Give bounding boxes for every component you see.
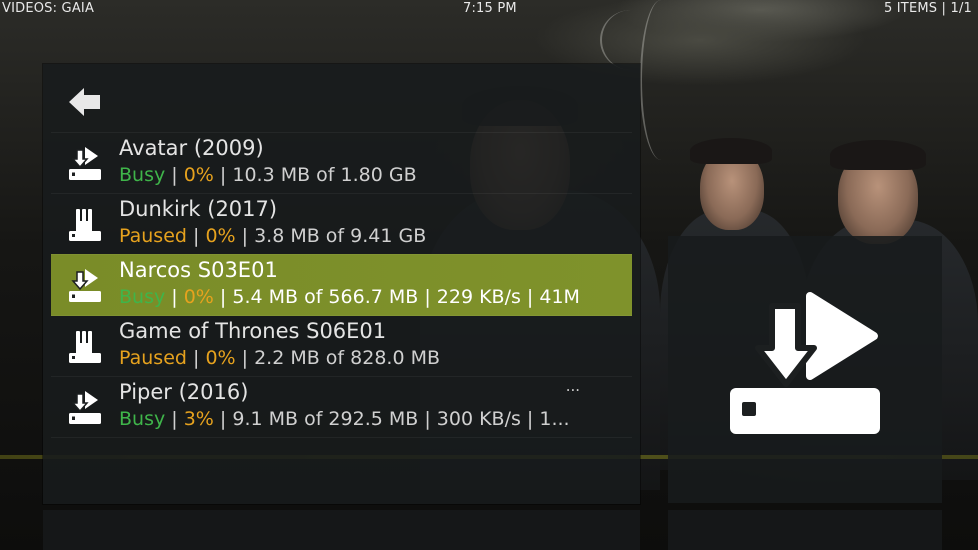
percent-label: 3% [183,408,214,430]
status-label: Busy [119,408,166,430]
list-item[interactable]: Dunkirk (2017) Paused | 0% | 3.8 MB of 9.… [51,193,632,255]
separator: | [235,225,255,247]
download-tray-icon [67,390,103,426]
item-title: Avatar (2009) [119,136,264,160]
item-progress-info: Busy | 0% | 5.4 MB of 566.7 MB | 229 KB/… [119,286,599,308]
percent-label: 0% [205,225,236,247]
item-title: Dunkirk (2017) [119,197,278,221]
download-list-panel: Avatar (2009) Busy | 0% | 10.3 MB of 1.80… [43,64,640,504]
list-item[interactable]: Piper (2016) Busy | 3% | 9.1 MB of 292.5 … [51,376,632,438]
size-details: 10.3 MB of 1.80 GB [232,164,417,186]
item-title: Game of Thrones S06E01 [119,319,387,343]
separator: | [165,164,184,186]
size-details: 2.2 MB of 828.0 MB [254,347,441,369]
item-title: Narcos S03E01 [119,258,278,282]
percent-label: 0% [205,347,236,369]
download-play-icon [730,292,880,434]
size-details: 3.8 MB of 9.41 GB [254,225,427,247]
item-progress-info: Busy | 3% | 9.1 MB of 292.5 MB | 300 KB/… [119,408,599,430]
list-item[interactable]: Avatar (2009) Busy | 0% | 10.3 MB of 1.80… [51,132,632,194]
separator: | [213,408,233,430]
status-label: Paused [119,347,187,369]
item-title: Piper (2016) [119,380,249,404]
item-progress-info: Busy | 0% | 10.3 MB of 1.80 GB [119,164,599,186]
preview-panel-footer [668,510,942,550]
section-title: VIDEOS: GAIA [2,1,95,16]
paused-tray-icon [67,329,103,365]
item-progress-info: Paused | 0% | 3.8 MB of 9.41 GB [119,225,599,247]
item-progress-info: Paused | 0% | 2.2 MB of 828.0 MB [119,347,599,369]
status-label: Busy [119,164,166,186]
separator: | [235,347,255,369]
top-status-bar: VIDEOS: GAIA 7:15 PM 5 ITEMS | 1/1 [0,0,978,18]
separator: | [213,164,233,186]
percent-label: 0% [183,164,214,186]
clock: 7:15 PM [463,1,517,16]
back-arrow-icon [69,88,100,116]
status-label: Busy [119,286,166,308]
separator: | [213,286,233,308]
preview-panel [668,236,942,503]
back-button[interactable] [67,84,103,120]
list-panel-footer [43,510,640,550]
list-item[interactable]: Game of Thrones S06E01 Paused | 0% | 2.2 … [51,315,632,377]
percent-label: 0% [183,286,214,308]
size-details: 5.4 MB of 566.7 MB | 229 KB/s | 41M [232,286,580,308]
download-tray-icon [67,146,103,182]
separator: | [186,225,206,247]
separator: | [165,408,184,430]
separator: | [165,286,184,308]
more-indicator: ... [565,377,580,395]
download-tray-icon [67,268,103,304]
list-divider [51,437,632,439]
paused-tray-icon [67,207,103,243]
size-details: 9.1 MB of 292.5 MB | 300 KB/s | 1... [232,408,570,430]
list-item[interactable]: Narcos S03E01 Busy | 0% | 5.4 MB of 566.7… [51,254,632,316]
separator: | [186,347,206,369]
item-count: 5 ITEMS | 1/1 [883,1,972,16]
status-label: Paused [119,225,187,247]
